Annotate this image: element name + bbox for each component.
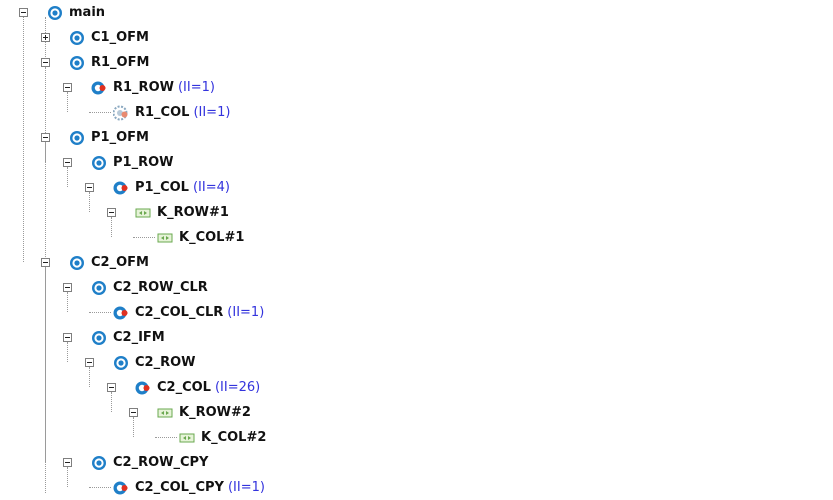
tree-node-k-col-1[interactable]: K_COL#1 bbox=[133, 225, 245, 250]
tree-node-label: K_COL#2 bbox=[201, 430, 267, 445]
tree-node-label: main bbox=[69, 5, 106, 20]
tree-guide-line bbox=[89, 367, 90, 387]
loop-flattened-icon bbox=[113, 105, 135, 121]
collapse-toggle-icon[interactable] bbox=[41, 58, 50, 67]
tree-node-main[interactable]: main bbox=[19, 0, 106, 25]
loop-unrolled-icon bbox=[179, 430, 201, 446]
collapse-toggle-icon[interactable] bbox=[63, 283, 72, 292]
loop-pipelined-icon bbox=[113, 480, 135, 496]
function-icon bbox=[91, 155, 113, 171]
tree-node-label: R1_ROW bbox=[113, 80, 174, 95]
tree-guide-line bbox=[111, 392, 112, 412]
collapse-toggle-icon[interactable] bbox=[129, 408, 138, 417]
tree-node-label: C2_COL_CLR bbox=[135, 305, 224, 320]
tree-node-c2-row[interactable]: C2_ROW bbox=[85, 350, 196, 375]
tree-node-label: R1_OFM bbox=[91, 55, 150, 70]
tree-node-p1-ofm[interactable]: P1_OFM bbox=[41, 125, 149, 150]
collapse-toggle-icon[interactable] bbox=[41, 133, 50, 142]
initiation-interval-label: (II=26) bbox=[214, 380, 261, 395]
function-icon bbox=[113, 355, 135, 371]
tree-guide-line bbox=[67, 342, 68, 362]
tree-node-label: C1_OFM bbox=[91, 30, 149, 45]
function-icon bbox=[91, 455, 113, 471]
tree-node-label: P1_ROW bbox=[113, 155, 174, 170]
tree-node-label: R1_COL bbox=[135, 105, 190, 120]
collapse-toggle-icon[interactable] bbox=[63, 83, 72, 92]
function-icon bbox=[91, 330, 113, 346]
function-icon bbox=[69, 55, 91, 71]
tree-node-label: P1_OFM bbox=[91, 130, 149, 145]
tree-node-k-row-2[interactable]: K_ROW#2 bbox=[129, 400, 251, 425]
loop-unrolled-icon bbox=[135, 205, 157, 221]
loop-hierarchy-tree: main C1_OFM R1_OFM R1_ROW (II=1) R1_COL (II=1)… bbox=[0, 0, 833, 495]
loop-pipelined-icon bbox=[91, 80, 113, 96]
loop-pipelined-icon bbox=[113, 305, 135, 321]
tree-node-label: C2_COL bbox=[157, 380, 211, 395]
tree-guide-line bbox=[133, 417, 134, 437]
tree-node-c2-ofm[interactable]: C2_OFM bbox=[41, 250, 149, 275]
tree-elbow-line bbox=[89, 112, 111, 113]
collapse-toggle-icon[interactable] bbox=[19, 8, 28, 17]
tree-guide-line bbox=[111, 217, 112, 237]
tree-node-label: K_COL#1 bbox=[179, 230, 245, 245]
tree-node-r1-ofm[interactable]: R1_OFM bbox=[41, 50, 150, 75]
loop-unrolled-icon bbox=[157, 405, 179, 421]
tree-node-c2-row-clr[interactable]: C2_ROW_CLR bbox=[63, 275, 208, 300]
tree-node-label: C2_ROW_CPY bbox=[113, 455, 209, 470]
collapse-toggle-icon[interactable] bbox=[41, 258, 50, 267]
tree-guide-line bbox=[89, 192, 90, 212]
initiation-interval-label: (II=1) bbox=[177, 80, 215, 95]
tree-guide-line bbox=[67, 167, 68, 187]
tree-node-p1-col[interactable]: P1_COL (II=4) bbox=[85, 175, 230, 200]
tree-node-label: K_ROW#1 bbox=[157, 205, 229, 220]
initiation-interval-label: (II=4) bbox=[192, 180, 230, 195]
tree-guide-line bbox=[45, 17, 46, 493]
tree-node-k-row-1[interactable]: K_ROW#1 bbox=[107, 200, 229, 225]
collapse-toggle-icon[interactable] bbox=[63, 333, 72, 342]
function-icon bbox=[91, 280, 113, 296]
tree-node-c2-row-cpy[interactable]: C2_ROW_CPY bbox=[63, 450, 209, 475]
initiation-interval-label: (II=1) bbox=[193, 105, 231, 120]
tree-guide-line bbox=[67, 92, 68, 112]
tree-node-label: K_ROW#2 bbox=[179, 405, 251, 420]
function-icon bbox=[69, 130, 91, 146]
tree-node-c2-col[interactable]: C2_COL (II=26) bbox=[107, 375, 261, 400]
collapse-toggle-icon[interactable] bbox=[63, 158, 72, 167]
function-icon bbox=[69, 30, 91, 46]
tree-node-label: C2_ROW_CLR bbox=[113, 280, 208, 295]
tree-elbow-line bbox=[133, 237, 155, 238]
tree-guide-line bbox=[67, 292, 68, 312]
loop-pipelined-icon bbox=[135, 380, 157, 396]
loop-pipelined-icon bbox=[113, 180, 135, 196]
collapse-toggle-icon[interactable] bbox=[107, 383, 116, 392]
tree-node-label: C2_IFM bbox=[113, 330, 165, 345]
tree-node-c2-col-cpy[interactable]: C2_COL_CPY (II=1) bbox=[89, 475, 265, 500]
collapse-toggle-icon[interactable] bbox=[85, 183, 94, 192]
tree-node-k-col-2[interactable]: K_COL#2 bbox=[155, 425, 267, 450]
tree-guide-line bbox=[23, 17, 24, 262]
tree-node-c2-col-clr[interactable]: C2_COL_CLR (II=1) bbox=[89, 300, 265, 325]
tree-elbow-line bbox=[155, 437, 177, 438]
collapse-toggle-icon[interactable] bbox=[63, 458, 72, 467]
tree-guide-line bbox=[67, 467, 68, 487]
tree-node-label: P1_COL bbox=[135, 180, 189, 195]
collapse-toggle-icon[interactable] bbox=[107, 208, 116, 217]
tree-elbow-line bbox=[89, 312, 111, 313]
tree-node-r1-col[interactable]: R1_COL (II=1) bbox=[89, 100, 231, 125]
tree-node-c1-ofm[interactable]: C1_OFM bbox=[41, 25, 149, 50]
function-icon bbox=[69, 255, 91, 271]
collapse-toggle-icon[interactable] bbox=[85, 358, 94, 367]
tree-node-label: C2_ROW bbox=[135, 355, 196, 370]
expand-toggle-icon[interactable] bbox=[41, 33, 50, 42]
tree-node-r1-row[interactable]: R1_ROW (II=1) bbox=[63, 75, 215, 100]
tree-node-p1-row[interactable]: P1_ROW bbox=[63, 150, 174, 175]
function-icon bbox=[47, 5, 69, 21]
tree-node-label: C2_OFM bbox=[91, 255, 149, 270]
initiation-interval-label: (II=1) bbox=[227, 305, 265, 320]
loop-unrolled-icon bbox=[157, 230, 179, 246]
tree-node-c2-ifm[interactable]: C2_IFM bbox=[63, 325, 165, 350]
tree-elbow-line bbox=[89, 487, 111, 488]
